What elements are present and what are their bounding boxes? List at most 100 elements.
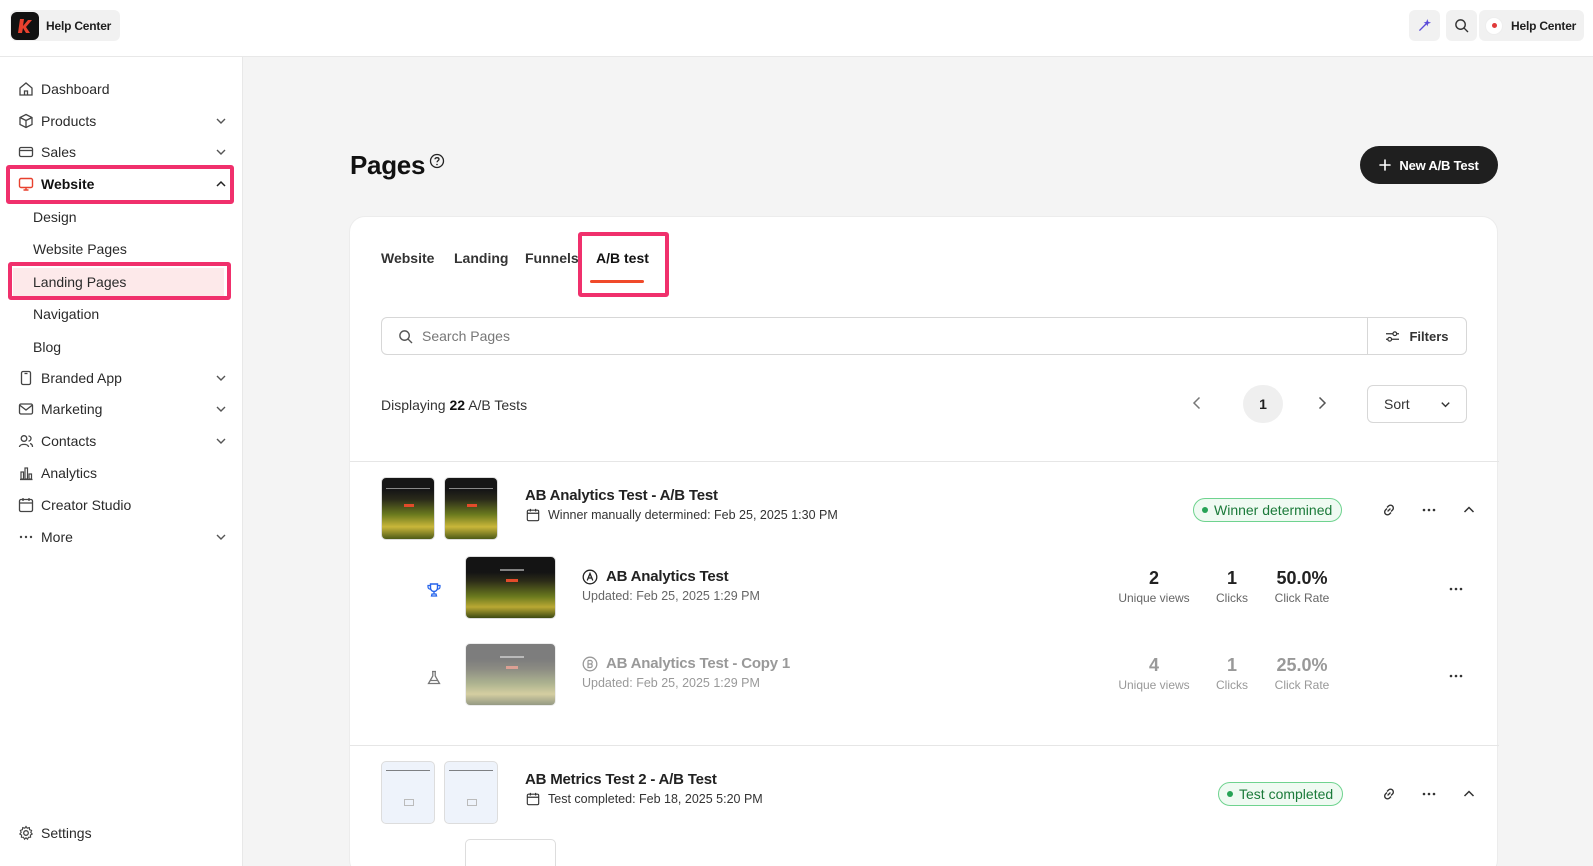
more-options-icon[interactable] (1448, 668, 1464, 684)
letter-a-circle-icon (582, 569, 598, 584)
chevron-right-icon[interactable] (1314, 395, 1330, 411)
chevron-left-icon[interactable] (1189, 395, 1205, 411)
variant-a-page-thumbnail (465, 839, 556, 866)
sidebar-item-marketing[interactable]: Marketing (8, 395, 232, 423)
sidebar-subitem-navigation[interactable]: Navigation (33, 300, 99, 328)
sidebar-item-more[interactable]: More (8, 523, 232, 551)
test-title[interactable]: AB Metrics Test 2 - A/B Test (525, 771, 717, 788)
top-bar: Help Center Help Center (0, 0, 1593, 57)
stat-clicks: 1 Clicks (1216, 568, 1248, 605)
search-field[interactable] (381, 317, 1368, 355)
credit-card-icon (18, 146, 34, 158)
new-ab-test-label: New A/B Test (1399, 157, 1479, 173)
sort-label: Sort (1384, 396, 1410, 412)
filters-button[interactable]: Filters (1367, 317, 1467, 355)
sidebar-item-dashboard[interactable]: Dashboard (8, 75, 232, 103)
sidebar-item-products[interactable]: Products (8, 107, 232, 135)
results-count: Displaying 22 A/B Tests (381, 397, 528, 413)
ellipsis-icon (19, 535, 33, 539)
brand-name: Help Center (46, 18, 112, 33)
brand-logo-icon (11, 11, 39, 40)
highlight-ab-test-tab (578, 232, 669, 297)
brand-switcher[interactable]: Help Center (10, 10, 121, 41)
more-options-icon[interactable] (1421, 786, 1437, 802)
tab-website[interactable]: Website (381, 250, 434, 266)
highlight-landing-pages (8, 262, 231, 300)
divider (350, 745, 1499, 746)
sidebar-item-label: Creator Studio (41, 497, 132, 513)
chevron-up-icon[interactable] (1461, 786, 1477, 802)
filters-label: Filters (1409, 328, 1449, 344)
sidebar-item-branded-app[interactable]: Branded App (8, 364, 232, 392)
help-circle-icon[interactable] (429, 153, 445, 169)
chevron-up-icon[interactable] (1461, 502, 1477, 518)
chevron-down-icon (216, 375, 226, 381)
sidebar-item-label: Sales (41, 144, 77, 160)
sidebar-subitem-website-pages[interactable]: Website Pages (33, 235, 127, 263)
results-count-number: 22 (449, 397, 466, 413)
bar-chart-icon (20, 467, 33, 481)
sidebar-item-label: Products (41, 113, 97, 129)
variant-b-page-thumbnail (465, 643, 556, 706)
chevron-down-icon (216, 534, 226, 540)
avatar (1485, 16, 1503, 35)
stat-click-rate: 25.0% Click Rate (1274, 655, 1330, 692)
search-button[interactable] (1446, 10, 1477, 41)
search-input[interactable] (422, 328, 1322, 344)
test-subtitle: Test completed: Feb 18, 2025 5:20 PM (526, 792, 763, 806)
sliders-icon (1386, 330, 1400, 342)
box-icon (19, 113, 33, 129)
variant-a-thumbnail (381, 477, 435, 540)
stat-unique-views: 2 Unique views (1118, 568, 1190, 605)
letter-b-circle-icon (582, 656, 598, 671)
page-number-button[interactable]: 1 (1243, 385, 1283, 423)
plus-icon (1379, 159, 1392, 171)
variant-title[interactable]: AB Analytics Test (582, 568, 729, 585)
variant-b-thumbnail (444, 477, 498, 540)
link-icon[interactable] (1381, 502, 1397, 518)
more-options-icon[interactable] (1421, 502, 1437, 518)
test-subtitle: Winner manually determined: Feb 25, 2025… (526, 508, 838, 522)
test-title[interactable]: AB Analytics Test - A/B Test (525, 487, 718, 504)
sidebar-item-analytics[interactable]: Analytics (8, 459, 232, 487)
variant-a-page-thumbnail (465, 556, 556, 619)
sidebar-item-settings[interactable]: Settings (8, 819, 232, 847)
sidebar: Dashboard Products Sales Website Design … (0, 57, 243, 866)
user-menu-label: Help Center (1511, 18, 1577, 33)
variant-updated: Updated: Feb 25, 2025 1:29 PM (582, 589, 760, 603)
new-ab-test-button[interactable]: New A/B Test (1360, 146, 1498, 184)
gear-icon (18, 825, 34, 841)
variant-title[interactable]: AB Analytics Test - Copy 1 (582, 655, 790, 672)
sidebar-item-label: Marketing (41, 401, 103, 417)
calendar-icon (526, 508, 540, 522)
tab-landing[interactable]: Landing (454, 250, 508, 266)
chevron-down-icon (1441, 402, 1450, 408)
chevron-down-icon (216, 149, 226, 155)
stat-click-rate: 50.0% Click Rate (1274, 568, 1330, 605)
sidebar-item-label: Settings (41, 825, 92, 841)
sidebar-item-label: Branded App (41, 370, 122, 386)
calendar-icon (526, 792, 540, 806)
more-options-icon[interactable] (1448, 581, 1464, 597)
stat-unique-views: 4 Unique views (1118, 655, 1190, 692)
chevron-down-icon (216, 406, 226, 412)
trophy-icon (427, 583, 441, 597)
sidebar-item-sales[interactable]: Sales (8, 138, 232, 166)
user-menu[interactable]: Help Center (1479, 10, 1585, 41)
pages-card: Website Landing Funnels A/B test Filters… (349, 216, 1499, 866)
variant-updated: Updated: Feb 25, 2025 1:29 PM (582, 676, 760, 690)
highlight-website (6, 165, 234, 204)
sidebar-subitem-blog[interactable]: Blog (33, 333, 61, 361)
sort-dropdown[interactable]: Sort (1367, 385, 1467, 423)
status-badge: Winner determined (1193, 498, 1343, 522)
stat-clicks: 1 Clicks (1216, 655, 1248, 692)
sidebar-item-creator-studio[interactable]: Creator Studio (8, 491, 232, 519)
mail-icon (18, 403, 34, 415)
variant-a-thumbnail (381, 761, 435, 824)
tab-funnels[interactable]: Funnels (525, 250, 579, 266)
ai-sparkle-button[interactable] (1409, 10, 1440, 41)
sidebar-subitem-design[interactable]: Design (33, 203, 77, 231)
sidebar-item-contacts[interactable]: Contacts (8, 427, 232, 455)
sidebar-item-label: Analytics (41, 465, 98, 481)
link-icon[interactable] (1381, 786, 1397, 802)
